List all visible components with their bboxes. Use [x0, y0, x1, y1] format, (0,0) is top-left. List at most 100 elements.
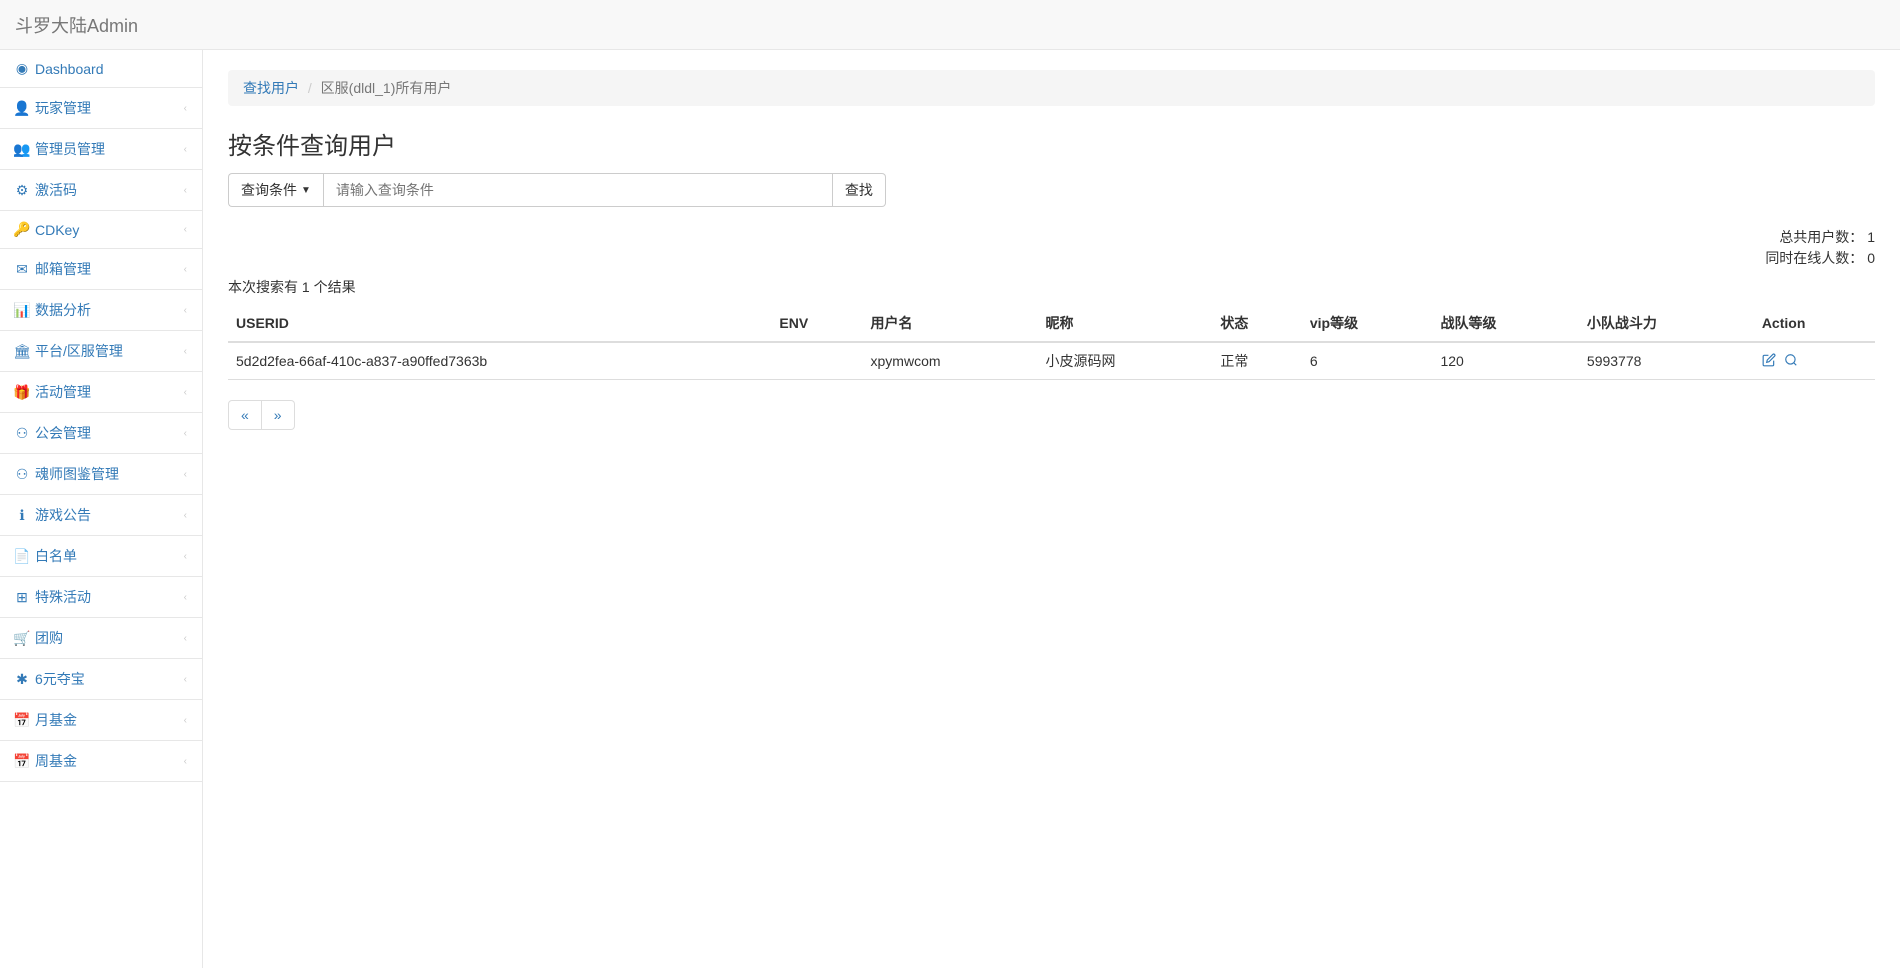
sidebar-item-label: 周基金 — [35, 751, 77, 771]
sidebar-item-8[interactable]: 🎁活动管理‹ — [0, 372, 202, 413]
sidebar-item-12[interactable]: 📄 白名单 ‹ — [0, 536, 202, 577]
sidebar-item-0[interactable]: ◉ Dashboard — [0, 50, 202, 88]
calendar-icon: 📅 — [15, 712, 29, 729]
sidebar-item-label: 特殊活动 — [35, 587, 91, 607]
sidebar-item-label: 月基金 — [35, 710, 77, 730]
sidebar-item-label: 白名单 — [35, 546, 77, 566]
th-vip: vip等级 — [1302, 305, 1433, 342]
pagination: « » — [228, 400, 1875, 430]
th-team-level: 战队等级 — [1432, 305, 1578, 342]
sidebar-item-14[interactable]: 🛒团购‹ — [0, 618, 202, 659]
th-username: 用户名 — [863, 305, 1038, 342]
sidebar-item-2[interactable]: 👥 管理员管理 ‹ — [0, 129, 202, 170]
sidebar-item-label: 邮箱管理 — [35, 259, 91, 279]
sidebar-item-label: 玩家管理 — [35, 98, 91, 118]
sidebar-item-1[interactable]: 👤 玩家管理 ‹ — [0, 88, 202, 129]
sidebar-item-label: 管理员管理 — [35, 139, 105, 159]
chevron-left-icon: ‹ — [184, 185, 187, 196]
sidebar-item-15[interactable]: ✱6元夺宝‹ — [0, 659, 202, 700]
sidebar-item-16[interactable]: 📅 月基金 ‹ — [0, 700, 202, 741]
breadcrumb: 查找用户 / 区服(dldl_1)所有用户 — [228, 70, 1875, 106]
sidebar-item-label: Dashboard — [35, 61, 104, 77]
caret-down-icon: ▼ — [301, 185, 311, 196]
search-condition-dropdown[interactable]: 查询条件 ▼ — [228, 173, 323, 207]
chevron-left-icon: ‹ — [184, 103, 187, 114]
sitemap-icon: ⚇ — [15, 466, 29, 483]
sidebar-item-label: 数据分析 — [35, 300, 91, 320]
page-prev[interactable]: « — [228, 400, 262, 430]
chevron-left-icon: ‹ — [184, 551, 187, 562]
sidebar-item-label: 团购 — [35, 628, 63, 648]
sidebar-item-label: 6元夺宝 — [35, 669, 85, 689]
total-users-label: 总共用户数： — [1779, 229, 1863, 245]
th-action: Action — [1754, 305, 1875, 342]
sidebar-item-label: CDKey — [35, 222, 79, 238]
chevron-left-icon: ‹ — [184, 144, 187, 155]
sidebar-item-label: 活动管理 — [35, 382, 91, 402]
cell-status: 正常 — [1212, 342, 1301, 380]
chevron-left-icon: ‹ — [184, 715, 187, 726]
th-userid: USERID — [228, 305, 771, 342]
key-icon: 🔑 — [15, 221, 29, 238]
total-users-value: 1 — [1867, 229, 1875, 245]
sidebar-item-10[interactable]: ⚇ 魂师图鉴管理 ‹ — [0, 454, 202, 495]
sidebar-item-label: 平台/区服管理 — [35, 341, 123, 361]
chevron-left-icon: ‹ — [184, 346, 187, 357]
sidebar-item-3[interactable]: ⚙ 激活码 ‹ — [0, 170, 202, 211]
topbar: 斗罗大陆Admin — [0, 0, 1900, 50]
user-icon: 👤 — [15, 100, 29, 117]
cell-userid: 5d2d2fea-66af-410c-a837-a90ffed7363b — [228, 342, 771, 380]
sidebar-item-label: 魂师图鉴管理 — [35, 464, 119, 484]
gear-icon: ⚙ — [15, 182, 29, 199]
sidebar-item-17[interactable]: 📅 周基金 ‹ — [0, 741, 202, 782]
chevron-left-icon: ‹ — [184, 469, 187, 480]
cell-username: xpymwcom — [863, 342, 1038, 380]
breadcrumb-current: 区服(dldl_1)所有用户 — [321, 80, 452, 96]
envelope-icon: ✉ — [15, 261, 29, 278]
chevron-left-icon: ‹ — [184, 633, 187, 644]
building-icon: 🏛 — [15, 343, 29, 360]
sitemap-icon: ⚇ — [15, 425, 29, 442]
result-count: 本次搜索有 1 个结果 — [228, 277, 1875, 297]
table-row: 5d2d2fea-66af-410c-a837-a90ffed7363b xpym… — [228, 342, 1875, 380]
chevron-left-icon: ‹ — [184, 674, 187, 685]
cell-team_level: 120 — [1432, 342, 1578, 380]
chevron-left-icon: ‹ — [184, 756, 187, 767]
edit-icon[interactable] — [1762, 353, 1776, 370]
search-input[interactable] — [323, 173, 833, 207]
sidebar-item-5[interactable]: ✉邮箱管理‹ — [0, 249, 202, 290]
file-icon: 📄 — [15, 548, 29, 565]
sidebar-item-11[interactable]: ℹ 游戏公告 ‹ — [0, 495, 202, 536]
calendar-icon: 📅 — [15, 753, 29, 770]
info-icon: ℹ — [15, 507, 29, 524]
th-env: ENV — [771, 305, 862, 342]
sidebar-item-label: 游戏公告 — [35, 505, 91, 525]
results-table: USERID ENV 用户名 昵称 状态 vip等级 战队等级 小队战斗力 Ac… — [228, 305, 1875, 380]
sidebar-item-7[interactable]: 🏛 平台/区服管理 ‹ — [0, 331, 202, 372]
chevron-left-icon: ‹ — [184, 510, 187, 521]
page-next[interactable]: » — [262, 400, 295, 430]
sidebar-item-4[interactable]: 🔑 CDKey ‹ — [0, 211, 202, 249]
users-icon: 👥 — [15, 141, 29, 158]
sidebar-item-label: 公会管理 — [35, 423, 91, 443]
sidebar-item-9[interactable]: ⚇ 公会管理 ‹ — [0, 413, 202, 454]
cell-env — [771, 342, 862, 380]
chevron-left-icon: ‹ — [184, 224, 187, 235]
chevron-left-icon: ‹ — [184, 592, 187, 603]
sidebar-item-13[interactable]: ⊞特殊活动‹ — [0, 577, 202, 618]
search-icon[interactable] — [1784, 353, 1798, 370]
th-power: 小队战斗力 — [1579, 305, 1754, 342]
search-button[interactable]: 查找 — [833, 173, 886, 207]
sidebar: ◉ Dashboard 👤 玩家管理 ‹ 👥 管理员管理 ‹ ⚙ 激活码 ‹ 🔑 CDKey ‹ ✉ 邮箱管理… — [0, 50, 203, 968]
dashboard-icon: ◉ — [15, 60, 29, 77]
breadcrumb-link[interactable]: 查找用户 — [243, 80, 299, 96]
chevron-left-icon: ‹ — [184, 428, 187, 439]
cell-vip: 6 — [1302, 342, 1433, 380]
sidebar-item-6[interactable]: 📊数据分析‹ — [0, 290, 202, 331]
online-users-value: 0 — [1867, 250, 1875, 266]
stats-panel: 总共用户数： 1 同时在线人数： 0 — [228, 227, 1875, 269]
brand-title: 斗罗大陆Admin — [15, 12, 138, 38]
page-title: 按条件查询用户 — [228, 126, 1875, 161]
search-form: 查询条件 ▼ 查找 — [228, 173, 1875, 207]
sidebar-item-label: 激活码 — [35, 180, 77, 200]
